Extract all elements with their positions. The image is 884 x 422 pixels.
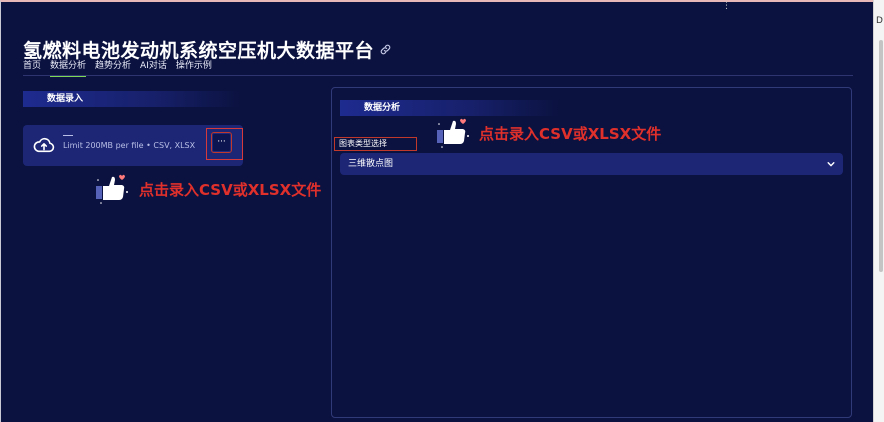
more-menu-icon[interactable]: ⋮ xyxy=(722,2,731,11)
scrollbar-thumb[interactable] xyxy=(879,40,883,272)
tab-divider xyxy=(23,75,853,76)
upload-limit-text: Limit 200MB per file • CSV, XLSX xyxy=(63,141,196,150)
rail-letter: D xyxy=(876,16,883,26)
link-icon[interactable] xyxy=(379,43,392,56)
chart-type-select[interactable]: 三维散点图 xyxy=(340,153,843,175)
upload-hint: 点击录入CSV或XLSX文件 xyxy=(95,172,321,206)
chart-type-selected-value: 三维散点图 xyxy=(348,159,394,169)
analysis-header: 数据分析 xyxy=(340,100,560,116)
scrollbar[interactable]: D xyxy=(873,0,884,422)
thumbs-up-icon xyxy=(96,174,128,204)
upload-hint-text: 点击录入CSV或XLSX文件 xyxy=(139,180,322,199)
browse-button-highlight xyxy=(206,128,243,160)
upload-dash xyxy=(63,135,73,136)
cloud-upload-icon xyxy=(33,137,55,153)
data-input-header: 数据录入 xyxy=(23,91,241,107)
analysis-hint: 点击录入CSV或XLSX文件 xyxy=(436,116,661,150)
thumbs-up-icon xyxy=(437,118,469,148)
chevron-down-icon xyxy=(827,162,835,167)
chart-type-label: 图表类型选择 xyxy=(334,137,417,151)
analysis-hint-text: 点击录入CSV或XLSX文件 xyxy=(479,124,662,143)
